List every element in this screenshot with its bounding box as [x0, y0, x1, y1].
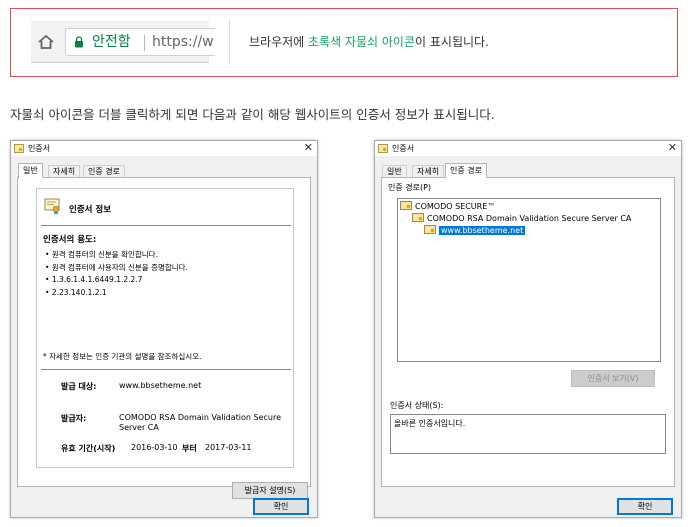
certificate-info-box: 인증서 정보 인증서의 용도: • 원격 컴퓨터의 신분을 확인합니다. • 원…	[36, 188, 294, 468]
divider	[41, 225, 291, 226]
certificate-icon	[14, 144, 24, 153]
cert-status-text: 올바른 인증서입니다.	[394, 419, 466, 428]
general-panel: 인증서 정보 인증서의 용도: • 원격 컴퓨터의 신분을 확인합니다. • 원…	[17, 177, 311, 499]
secure-label: 안전함	[92, 34, 131, 50]
info-header: 인증서 정보	[37, 189, 293, 225]
callout-text-green: 초록색 자물쇠 아이콘	[308, 35, 416, 49]
callout-text-before: 브라우저에	[249, 35, 309, 49]
certificate-icon	[44, 198, 60, 215]
issued-to-value: www.bbsetheme.net	[119, 381, 202, 390]
certificate-icon	[424, 225, 436, 234]
validity-to-label: 부터	[182, 444, 197, 453]
issued-by-value: COMODO RSA Domain Validation Secure Serv…	[119, 413, 282, 432]
purpose-title: 인증서의 용도:	[43, 235, 97, 245]
caption-text: 자물쇠 아이콘을 더블 클릭하게 되면 다음과 같이 해당 웹사이트의 인증서 …	[10, 107, 495, 122]
certificate-icon	[400, 201, 412, 210]
dialog-titlebar: 인증서 ✕	[11, 141, 317, 156]
tab-general[interactable]: 일반	[18, 163, 43, 178]
info-title: 인증서 정보	[69, 205, 112, 215]
issuer-statement-button[interactable]: 발급자 설명(S)	[232, 482, 308, 499]
secure-lock-callout: 안전함 https://w 브라우저에 초록색 자물쇠 아이콘이 표시됩니다.	[10, 8, 678, 77]
cert-path-panel: 인증 경로(P) COMODO SECURE™ COMODO RSA Domai…	[381, 177, 675, 487]
tab-cert-path[interactable]: 인증 경로	[83, 165, 125, 177]
callout-text-after: 이 표시됩니다.	[415, 35, 489, 49]
tree-node-root[interactable]: COMODO SECURE™	[400, 201, 495, 213]
certificate-dialog-path: 인증서 ✕ 일반 자세히 인증 경로 인증 경로(P) COMODO SECUR…	[374, 140, 682, 518]
certificate-dialog-general: 인증서 ✕ 일반 자세히 인증 경로 인증서 정보 인증서의 용도: • 원격 …	[10, 140, 318, 518]
ok-button[interactable]: 확인	[253, 498, 309, 515]
cert-path-tree[interactable]: COMODO SECURE™ COMODO RSA Domain Validat…	[397, 198, 661, 362]
purpose-item: • 1.3.6.1.4.1.6449.1.2.2.7	[45, 275, 143, 284]
cert-path-label: 인증 경로(P)	[388, 183, 432, 192]
certificate-icon	[412, 213, 424, 222]
purpose-item: • 2.23.140.1.2.1	[45, 288, 107, 297]
issued-by-label: 발급자:	[61, 414, 87, 423]
certificate-icon	[378, 144, 388, 153]
tab-details[interactable]: 자세히	[412, 165, 445, 177]
valid-from-value: 2016-03-10	[131, 443, 178, 452]
ok-button[interactable]: 확인	[617, 498, 673, 515]
url-field[interactable]: 안전함 https://w	[65, 28, 215, 56]
valid-to-value: 2017-03-11	[205, 443, 252, 452]
divider	[41, 369, 291, 370]
dialog-title: 인증서	[392, 144, 415, 153]
purpose-item: • 원격 컴퓨터에 사용자의 신분을 증명합니다.	[45, 263, 188, 272]
validity-label: 유효 기간(시작)	[61, 444, 116, 453]
callout-divider	[229, 19, 230, 65]
close-icon[interactable]: ✕	[668, 141, 677, 154]
browser-address-bar: 안전함 https://w	[31, 21, 215, 63]
info-note: * 자세한 정보는 인증 기관의 설명을 참조하십시오.	[43, 352, 202, 361]
cert-status-label: 인증서 상태(S):	[390, 401, 444, 410]
url-text: https://w	[152, 34, 214, 50]
tree-node-intermediate[interactable]: COMODO RSA Domain Validation Secure Serv…	[412, 213, 631, 225]
issued-to-label: 발급 대상:	[61, 382, 97, 391]
dialog-title: 인증서	[28, 144, 51, 153]
view-certificate-button[interactable]: 인증서 보기(V)	[571, 370, 655, 387]
dialog-titlebar: 인증서 ✕	[375, 141, 681, 156]
tab-cert-path[interactable]: 인증 경로	[445, 163, 487, 178]
tab-general[interactable]: 일반	[382, 165, 407, 177]
tree-node-leaf[interactable]: www.bbsetheme.net	[424, 225, 526, 237]
cert-status-box: 올바른 인증서입니다.	[390, 414, 666, 454]
close-icon[interactable]: ✕	[304, 141, 313, 154]
home-icon[interactable]	[37, 33, 55, 51]
tab-details[interactable]: 자세히	[48, 165, 81, 177]
url-divider	[144, 35, 145, 51]
callout-text: 브라우저에 초록색 자물쇠 아이콘이 표시됩니다.	[249, 33, 489, 50]
lock-icon[interactable]	[74, 36, 84, 48]
purpose-item: • 원격 컴퓨터의 신분을 확인합니다.	[45, 250, 158, 259]
